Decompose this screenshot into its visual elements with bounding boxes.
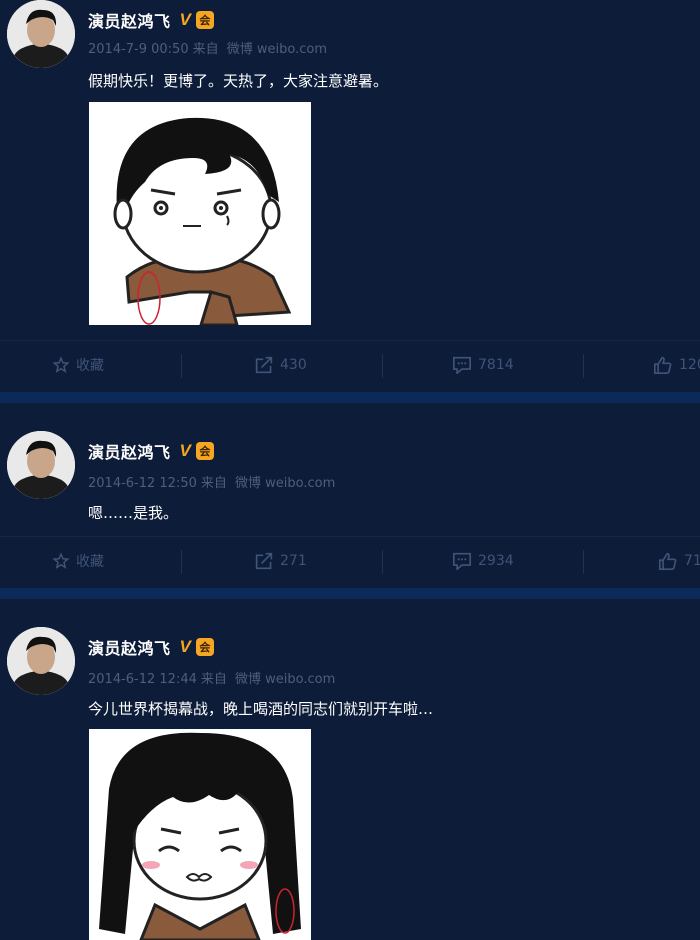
post-meta: 2014-6-12 12:44 来自 微博 weibo.com [88, 668, 339, 687]
from-label: 来自 [200, 476, 227, 491]
verified-badge-icon[interactable]: V [180, 441, 191, 461]
divider [583, 550, 584, 574]
action-bar: 收藏 430 7814 120 [0, 340, 700, 389]
like-button[interactable]: 120 [653, 341, 700, 389]
favorite-button[interactable]: 收藏 [52, 537, 104, 585]
author-row: 演员赵鸿飞 V 会 [88, 8, 214, 32]
post-image[interactable] [89, 729, 311, 940]
post-meta: 2014-6-12 12:50 来自 微博 weibo.com [88, 472, 339, 491]
post-text: 今儿世界杯揭幕战，晚上喝酒的同志们就别开车啦… [88, 700, 434, 718]
post-image[interactable] [89, 102, 311, 325]
divider [181, 354, 182, 378]
comment-button[interactable]: 2934 [452, 537, 514, 585]
member-badge-icon[interactable]: 会 [195, 638, 214, 656]
post-meta: 2014-7-9 00:50 来自 微博 weibo.com [88, 38, 331, 57]
divider [181, 550, 182, 574]
verified-badge-icon[interactable]: V [180, 10, 191, 30]
post-source[interactable]: 微博 weibo.com [227, 42, 327, 57]
comment-icon [453, 356, 471, 374]
author-name[interactable]: 演员赵鸿飞 [88, 635, 171, 659]
author-name[interactable]: 演员赵鸿飞 [88, 439, 171, 463]
post-time[interactable]: 2014-7-9 00:50 [88, 42, 189, 57]
weibo-post-1: 演员赵鸿飞 V 会 2014-7-9 00:50 来自 微博 weibo.com … [0, 0, 700, 392]
verified-badge-icon[interactable]: V [180, 637, 191, 657]
author-avatar[interactable] [7, 0, 75, 68]
divider [382, 354, 383, 378]
post-time[interactable]: 2014-6-12 12:44 [88, 672, 197, 687]
post-separator [0, 588, 700, 599]
comment-count: 7814 [478, 357, 514, 373]
member-badge-icon[interactable]: 会 [195, 11, 214, 29]
repost-icon [255, 552, 273, 570]
author-row: 演员赵鸿飞 V 会 [88, 439, 214, 463]
favorite-label: 收藏 [76, 358, 104, 374]
weibo-post-2: 演员赵鸿飞 V 会 2014-6-12 12:50 来自 微博 weibo.com… [0, 403, 700, 588]
repost-icon [255, 356, 273, 374]
comment-icon [453, 552, 471, 570]
repost-count: 430 [280, 357, 307, 373]
author-name[interactable]: 演员赵鸿飞 [88, 8, 171, 32]
member-badge-icon[interactable]: 会 [195, 442, 214, 460]
from-label: 来自 [200, 672, 227, 687]
repost-button[interactable]: 271 [254, 537, 307, 585]
author-avatar[interactable] [7, 627, 75, 695]
divider [583, 354, 584, 378]
comment-button[interactable]: 7814 [452, 341, 514, 389]
star-icon [52, 356, 70, 373]
repost-button[interactable]: 430 [254, 341, 307, 389]
from-label: 来自 [192, 42, 219, 57]
post-text: 假期快乐！更博了。天热了，大家注意避暑。 [88, 72, 389, 90]
author-avatar[interactable] [7, 431, 75, 499]
favorite-label: 收藏 [76, 554, 104, 570]
star-icon [52, 552, 70, 569]
like-count: 120 [679, 357, 700, 373]
favorite-button[interactable]: 收藏 [52, 341, 104, 389]
post-time[interactable]: 2014-6-12 12:50 [88, 476, 197, 491]
weibo-post-3: 演员赵鸿飞 V 会 2014-6-12 12:44 来自 微博 weibo.com… [0, 599, 700, 940]
post-source[interactable]: 微博 weibo.com [235, 672, 335, 687]
like-button[interactable]: 71 [658, 537, 700, 585]
divider [382, 550, 383, 574]
thumbs-up-icon [654, 356, 672, 374]
comment-count: 2934 [478, 553, 514, 569]
post-text: 嗯……是我。 [88, 504, 179, 522]
like-count: 71 [684, 553, 700, 569]
repost-count: 271 [280, 553, 307, 569]
thumbs-up-icon [659, 552, 677, 570]
action-bar: 收藏 271 2934 71 [0, 536, 700, 585]
post-source[interactable]: 微博 weibo.com [235, 476, 335, 491]
post-separator [0, 392, 700, 403]
author-row: 演员赵鸿飞 V 会 [88, 635, 214, 659]
